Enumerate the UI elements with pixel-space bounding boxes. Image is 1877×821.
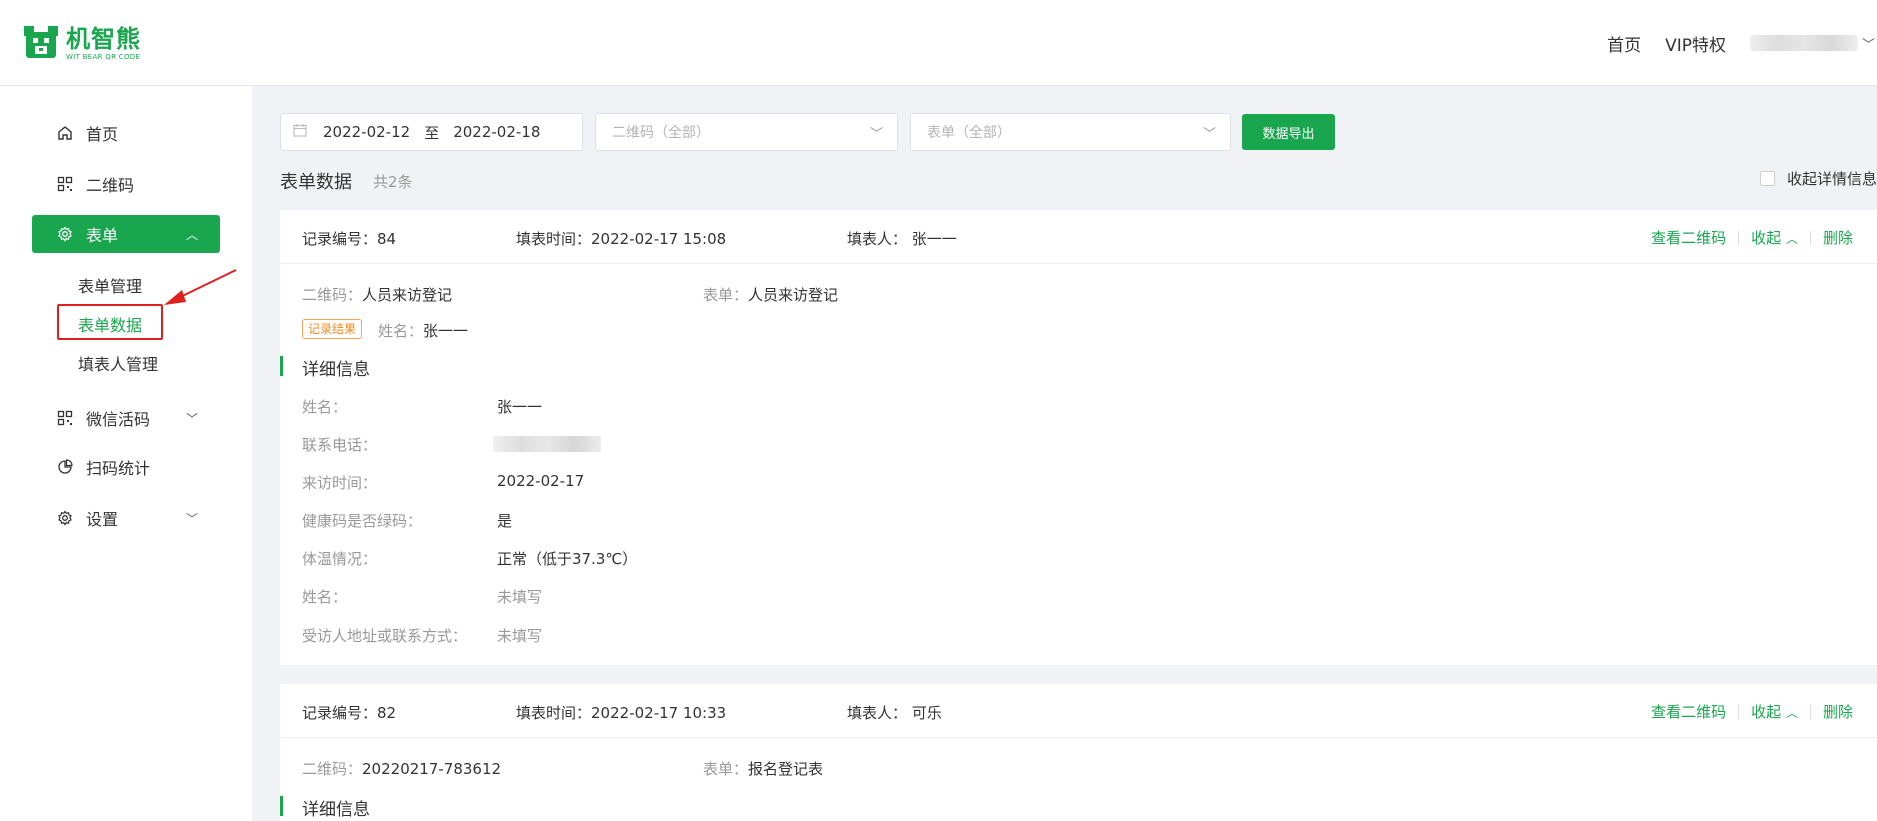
date-end-input[interactable]: 2022-02-18: [453, 123, 540, 141]
collapse-details-checkbox[interactable]: [1759, 171, 1775, 186]
nav-home-link[interactable]: 首页: [1607, 31, 1641, 56]
date-start-input[interactable]: 2022-02-12: [323, 123, 410, 141]
chevron-up-icon: ︿: [1785, 706, 1798, 720]
chevron-down-icon: ﹀: [185, 511, 198, 526]
record-form: 表单：人员来访登记: [703, 286, 839, 304]
record-filler: 填表人： 张一一: [847, 230, 957, 248]
calendar-icon: [293, 123, 307, 141]
logo[interactable]: 机智熊 WIT BEAR QR CODE: [22, 24, 141, 62]
delete-record-link[interactable]: 删除: [1823, 227, 1853, 248]
detail-value-phone: [493, 436, 601, 452]
record-header: 记录编号：82 填表时间：2022-02-17 10:33 填表人： 可乐 查看…: [280, 684, 1877, 738]
chevron-up-icon: ︿: [185, 227, 198, 242]
collapse-record-link[interactable]: 收起 ︿: [1751, 227, 1798, 248]
date-range-picker[interactable]: 2022-02-12 至 2022-02-18: [280, 113, 583, 151]
detail-accent-bar: [280, 796, 283, 816]
sidebar-item-label: 表单: [86, 226, 119, 245]
detail-label: 来访时间：: [302, 474, 378, 492]
annotation-arrow-icon: [164, 269, 237, 305]
sidebar-item-label: 二维码: [86, 176, 135, 195]
brand-name: 机智熊: [66, 25, 141, 53]
brand-subtitle: WIT BEAR QR CODE: [66, 53, 141, 61]
export-data-button[interactable]: 数据导出: [1242, 114, 1335, 150]
record-qrcode: 二维码：20220217-783612: [302, 760, 502, 778]
sidebar-item-qrcode[interactable]: 二维码: [32, 165, 220, 203]
record-count: 共2条: [373, 173, 413, 191]
detail-value: 正常（低于37.3℃）: [497, 550, 638, 568]
sidebar: 首页 二维码 表单 ︿ 表单管理 表单数据 填表人管理 微信活码 ﹀ 扫码统计 …: [0, 86, 252, 821]
home-icon: [56, 124, 74, 142]
bear-logo-icon: [22, 24, 60, 62]
detail-value: 未填写: [497, 627, 543, 645]
detail-label: 姓名：: [302, 588, 348, 606]
record-id: 记录编号：82: [302, 704, 397, 722]
view-qrcode-link[interactable]: 查看二维码: [1651, 701, 1726, 722]
sidebar-item-home[interactable]: 首页: [32, 114, 220, 152]
chevron-down-icon: ﹀: [185, 411, 198, 426]
sidebar-item-settings[interactable]: 设置 ﹀: [32, 499, 220, 537]
delete-record-link[interactable]: 删除: [1823, 701, 1853, 722]
record-qrcode: 二维码：人员来访登记: [302, 286, 453, 304]
page-title: 表单数据: [280, 172, 352, 193]
nav-vip-link[interactable]: VIP特权: [1665, 31, 1726, 56]
sidebar-item-form[interactable]: 表单 ︿: [32, 215, 220, 253]
form-select[interactable]: 表单（全部） ﹀: [910, 113, 1231, 151]
qrcode-select[interactable]: 二维码（全部） ﹀: [595, 113, 898, 151]
record-filler: 填表人： 可乐: [847, 704, 942, 722]
gear-icon: [56, 225, 74, 243]
qrcode-select-placeholder: 二维码（全部）: [612, 125, 710, 141]
record-card: 记录编号：84 填表时间：2022-02-17 15:08 填表人： 张一一 查…: [280, 210, 1877, 665]
annotation-highlight-box: [57, 304, 163, 340]
detail-title: 详细信息: [302, 800, 370, 820]
detail-label: 姓名：: [302, 398, 348, 416]
sidebar-item-label: 扫码统计: [86, 459, 151, 478]
chevron-down-icon: ﹀: [1202, 127, 1216, 142]
sidebar-item-label: 设置: [86, 510, 119, 529]
sidebar-subitem-filler-manage[interactable]: 填表人管理: [78, 351, 158, 375]
user-account-name[interactable]: [1749, 35, 1858, 51]
form-select-placeholder: 表单（全部）: [927, 125, 1011, 141]
collapse-details-toggle[interactable]: 收起详情信息: [1759, 168, 1877, 189]
qrcode-icon: [56, 409, 74, 427]
record-id: 记录编号：84: [302, 230, 397, 248]
collapse-record-link[interactable]: 收起 ︿: [1751, 701, 1798, 722]
record-form: 表单：报名登记表: [703, 760, 824, 778]
chevron-down-icon[interactable]: ﹀: [1862, 34, 1875, 53]
result-tag: 记录结果: [302, 319, 363, 339]
qrcode-icon: [56, 175, 74, 193]
detail-label: 联系电话：: [302, 436, 378, 454]
record-time: 填表时间：2022-02-17 10:33: [516, 704, 727, 722]
detail-label: 受访人地址或联系方式：: [302, 627, 468, 645]
detail-value: 2022-02-17: [497, 472, 585, 490]
record-header: 记录编号：84 填表时间：2022-02-17 15:08 填表人： 张一一 查…: [280, 210, 1877, 264]
record-result: 姓名：张一一: [378, 322, 469, 340]
top-nav: 首页 VIP特权 ﹀: [1607, 0, 1877, 86]
record-card: 记录编号：82 填表时间：2022-02-17 10:33 填表人： 可乐 查看…: [280, 684, 1877, 821]
sidebar-item-label: 首页: [86, 125, 119, 144]
detail-title: 详细信息: [302, 360, 370, 380]
detail-value: 未填写: [497, 588, 543, 606]
top-header: 机智熊 WIT BEAR QR CODE 首页 VIP特权 ﹀: [0, 0, 1877, 86]
sidebar-item-wechat-code[interactable]: 微信活码 ﹀: [32, 399, 220, 437]
chevron-up-icon: ︿: [1785, 232, 1798, 246]
view-qrcode-link[interactable]: 查看二维码: [1651, 227, 1726, 248]
detail-label: 体温情况：: [302, 550, 378, 568]
gear-icon: [56, 509, 74, 527]
detail-value: 张一一: [497, 398, 543, 416]
pie-chart-icon: [56, 458, 74, 476]
record-time: 填表时间：2022-02-17 15:08: [516, 230, 727, 248]
detail-accent-bar: [280, 356, 283, 376]
detail-label: 健康码是否绿码：: [302, 512, 423, 530]
chevron-down-icon: ﹀: [869, 127, 883, 142]
collapse-details-label: 收起详情信息: [1786, 170, 1877, 188]
sidebar-subitem-form-manage[interactable]: 表单管理: [78, 273, 142, 297]
date-range-separator: 至: [424, 123, 440, 142]
sidebar-item-scan-stats[interactable]: 扫码统计: [32, 448, 220, 486]
detail-value: 是: [497, 512, 513, 530]
sidebar-item-label: 微信活码: [86, 410, 151, 429]
